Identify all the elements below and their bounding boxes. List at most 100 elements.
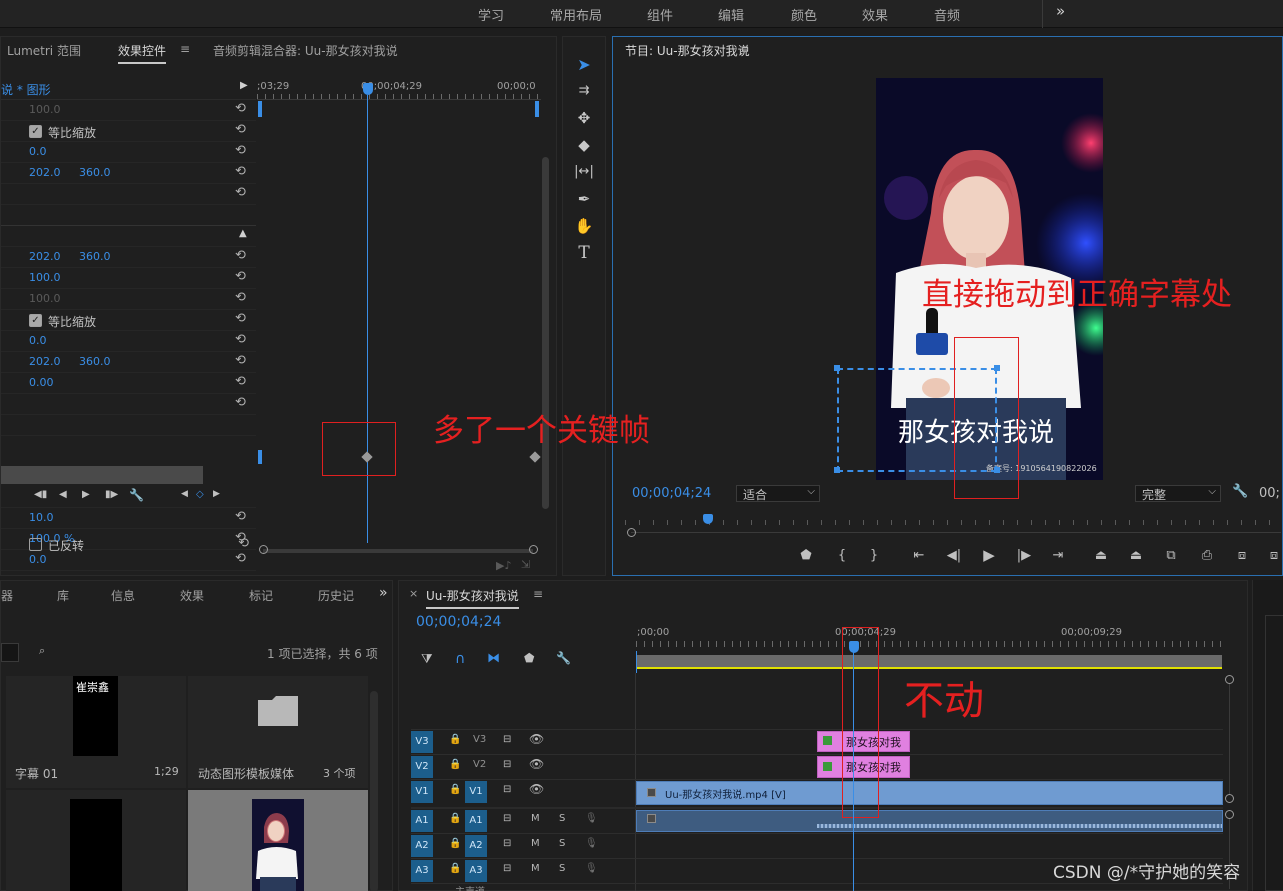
property-value[interactable]: 10.0 [29,511,54,524]
tab-markers[interactable]: 标记 [249,587,273,604]
reset-icon[interactable]: ⟲ [235,249,249,263]
lock-icon[interactable]: 🔒 [449,734,461,745]
mic-icon[interactable]: 🎙 [585,813,598,824]
property-value[interactable]: 0.0 [29,145,47,158]
pen-tool-icon[interactable]: ✒ [571,188,597,210]
overwrite-icon[interactable]: ⧈ [1232,548,1252,563]
source-patch-a3[interactable]: A3 [411,860,433,882]
project-item-selected[interactable] [188,790,368,891]
mark-in-icon[interactable]: { [832,548,852,563]
track-target-v1[interactable]: V1 [465,781,487,803]
zoom-scrollbar[interactable] [263,549,533,553]
video-scrollbar[interactable] [1229,684,1230,794]
lock-icon[interactable]: 🔒 [449,838,461,849]
panel-menu-icon[interactable]: ≡ [533,587,543,601]
reset-icon[interactable]: ⟲ [235,333,249,347]
track-header-v1[interactable]: V1 🔒 V1 ⊟ 👁 [411,780,635,806]
workspace-editing[interactable]: 编辑 [718,5,744,24]
go-to-in-icon[interactable]: ⇤ [909,548,929,563]
zoom-bar[interactable] [631,532,1281,533]
reset-icon[interactable]: ⟲ [235,312,249,326]
zoom-handle-left[interactable] [259,545,268,554]
sync-lock-icon[interactable]: ⊟ [503,838,511,849]
property-value-x[interactable]: 202.0 [29,166,61,179]
eye-icon[interactable]: 👁 [529,732,544,746]
step-back-icon[interactable]: ◀ [59,489,67,500]
collapse-arrow-icon[interactable]: ▲ [239,228,247,239]
property-row[interactable]: 100.0 ⟲ [1,268,256,289]
property-row[interactable]: 100.0 ⟲ [1,289,256,310]
text-content-bar[interactable] [1,466,203,484]
reset-icon[interactable]: ⟲ [235,270,249,284]
clip-audio-a1[interactable] [636,810,1223,832]
solo-button[interactable]: S [559,863,565,874]
property-value[interactable]: 100.0 [29,103,61,116]
reset-icon[interactable]: ⟲ [238,536,249,551]
tab-history[interactable]: 历史记 [318,587,354,604]
find-icon[interactable]: ⌕ [39,644,45,658]
mic-icon[interactable]: 🎙 [585,863,598,874]
expand-arrow-icon[interactable]: ▶ [240,80,248,91]
play-button[interactable]: ▶ [979,546,999,564]
panel-more-button[interactable]: » [379,585,388,601]
mic-icon[interactable]: 🎙 [585,838,598,849]
type-tool-icon[interactable]: T [571,242,597,264]
lock-icon[interactable]: 🔒 [449,759,461,770]
checkbox-unchecked[interactable] [29,538,42,551]
property-value-x[interactable]: 202.0 [29,250,61,263]
source-patch-a1[interactable]: A1 [411,810,433,832]
wrench-icon[interactable]: 🔧 [129,488,144,502]
tab-effects[interactable]: 效果 [180,587,204,604]
reset-icon[interactable]: ⟲ [235,510,249,524]
property-row[interactable]: 已反转 ⟲ [1,534,256,554]
workspace-assembly[interactable]: 常用布局 [550,5,602,24]
workspace-color[interactable]: 颜色 [791,5,817,24]
track-header-v3[interactable]: V3 🔒 V3 ⊟ 👁 [411,730,635,754]
workspace-learn[interactable]: 学习 [478,5,504,24]
add-keyframe-icon[interactable]: ◇ [196,489,204,500]
slip-tool-icon[interactable]: |↔| [571,161,597,183]
property-row[interactable]: 202.0 360.0 ⟲ [1,352,256,373]
add-marker-icon[interactable]: ⬟ [524,651,534,665]
property-row[interactable]: 202.0 360.0 ⟲ [1,247,256,268]
search-input[interactable] [1,643,19,662]
property-row[interactable]: 0.0 ⟲ [1,142,256,163]
sync-lock-icon[interactable]: ⊟ [503,863,511,874]
track-header-v2[interactable]: V2 🔒 V2 ⊟ 👁 [411,755,635,779]
source-patch-a2[interactable]: A2 [411,835,433,857]
effect-playhead-handle[interactable] [363,83,373,95]
clip-video-v1[interactable]: Uu-那女孩对我说.mp4 [V] [636,781,1223,805]
ripple-edit-tool-icon[interactable]: ✥ [571,107,597,129]
property-value[interactable]: 0.00 [29,376,54,389]
checkbox-checked[interactable]: ✓ [29,314,42,327]
track-header-a1[interactable]: A1 🔒 A1 ⊟ M S 🎙 [411,809,635,833]
zoom-handle[interactable] [627,528,636,537]
reset-icon[interactable]: ⟲ [235,552,249,566]
mark-out-icon[interactable]: } [864,548,884,563]
checkbox-checked[interactable]: ✓ [29,125,42,138]
insert-icon[interactable]: ⧈ [1264,548,1283,563]
property-value-y[interactable]: 360.0 [79,250,111,263]
property-row[interactable]: 202.0 360.0 ⟲ [1,163,256,184]
timeline-ruler-ticks[interactable] [636,641,1222,647]
lock-icon[interactable]: 🔒 [449,813,461,824]
zoom-handle-right[interactable] [529,545,538,554]
track-target-v2[interactable]: V2 [411,756,433,778]
program-timecode[interactable]: 00;00;04;24 [632,486,711,501]
lift-icon[interactable]: ⏏ [1091,548,1111,563]
property-row[interactable]: ▲ [1,226,256,247]
track-select-tool-icon[interactable]: ⇉ [571,80,597,102]
property-value-x[interactable]: 202.0 [29,355,61,368]
tab-libraries[interactable]: 库 [57,587,69,604]
property-value-y[interactable]: 360.0 [79,355,111,368]
tab-lumetri-scopes[interactable]: Lumetri 范围 [7,42,81,59]
property-row[interactable]: 100.0 ⟲ [1,100,256,121]
snap-icon[interactable]: ∩ [455,651,465,667]
track-target-a2[interactable]: A2 [465,835,487,857]
reset-icon[interactable]: ⟲ [235,102,249,116]
workspace-components[interactable]: 组件 [647,5,673,24]
property-row[interactable]: ✓ 等比缩放 ⟲ [1,310,256,331]
keyframe-diamond-end[interactable] [529,451,541,463]
property-row[interactable]: ⟲ [1,184,256,205]
scroll-handle[interactable] [1225,794,1234,803]
